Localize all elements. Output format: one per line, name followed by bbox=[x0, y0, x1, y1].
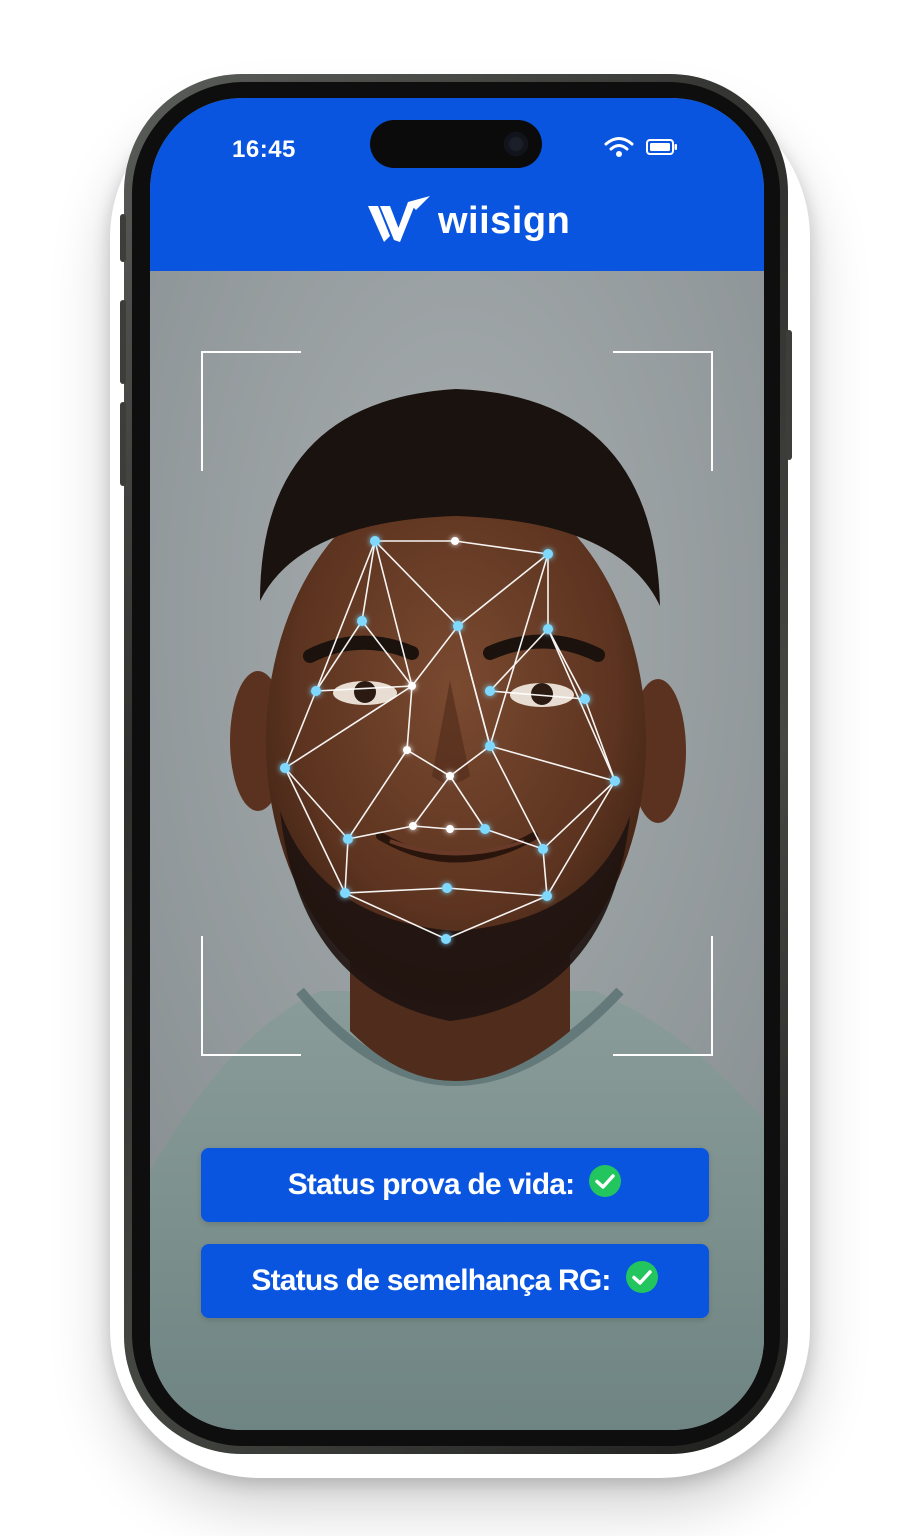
app-header: 16:45 wiisign bbox=[150, 98, 764, 271]
power-button bbox=[786, 330, 792, 460]
volume-down-button bbox=[120, 402, 126, 486]
id-similarity-status-label: Status de semelhança RG: bbox=[251, 1264, 611, 1297]
check-circle-icon bbox=[625, 1260, 659, 1302]
dynamic-island bbox=[370, 120, 542, 168]
wifi-icon bbox=[604, 136, 634, 163]
volume-up-button bbox=[120, 300, 126, 384]
status-icons bbox=[604, 136, 678, 163]
frame-corner-top-right bbox=[613, 351, 713, 471]
frame-corner-bottom-right bbox=[613, 936, 713, 1056]
liveness-status-card: Status prova de vida: bbox=[201, 1148, 709, 1222]
phone-screen: 16:45 wiisign Status prova de vida: Stat… bbox=[150, 98, 764, 1430]
silent-switch bbox=[120, 214, 126, 262]
front-camera bbox=[504, 132, 528, 156]
wiisign-w-logo-icon bbox=[368, 196, 430, 247]
frame-corner-bottom-left bbox=[201, 936, 301, 1056]
wiisign-logo: wiisign bbox=[368, 196, 570, 247]
status-time: 16:45 bbox=[232, 136, 296, 163]
brand-name: wiisign bbox=[438, 200, 571, 242]
id-similarity-status-card: Status de semelhança RG: bbox=[201, 1244, 709, 1318]
battery-icon bbox=[646, 138, 678, 161]
check-circle-icon bbox=[588, 1164, 622, 1206]
frame-corner-top-left bbox=[201, 351, 301, 471]
liveness-status-label: Status prova de vida: bbox=[287, 1168, 575, 1201]
